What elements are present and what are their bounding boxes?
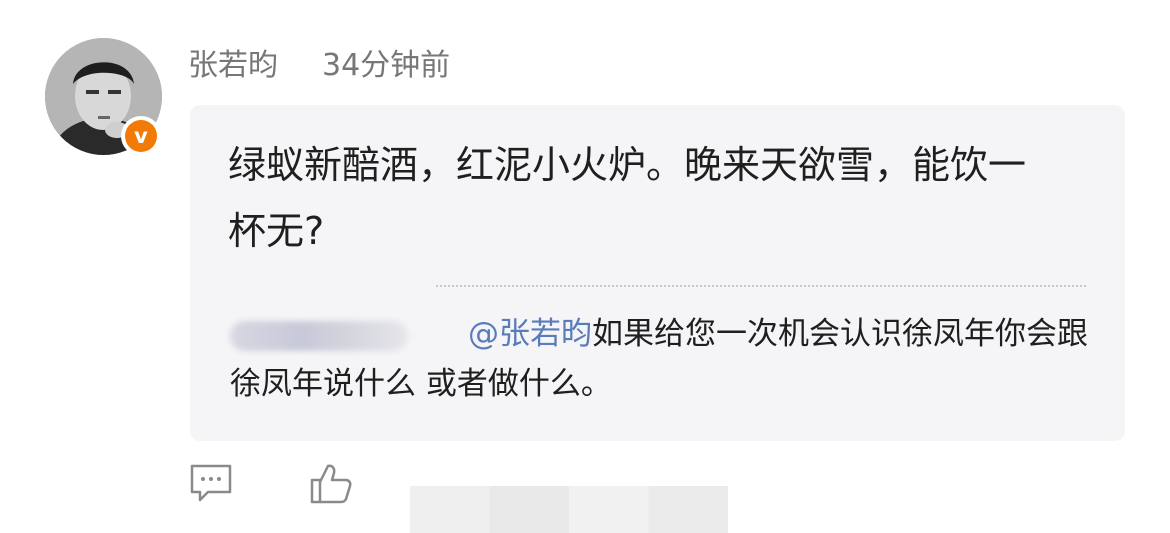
action-bar (188, 460, 428, 506)
thumbs-up-icon[interactable] (308, 460, 354, 506)
comment-header: 张若昀 34分钟前 (188, 40, 450, 84)
quoted-reply[interactable]: @张若昀如果给您一次机会认识徐凤年你会跟徐凤年说什么 或者做什么。 (230, 309, 1090, 409)
verified-v-icon: v (125, 120, 157, 152)
comment-card[interactable]: 绿蚁新醅酒，红泥小火炉。晚来天欲雪，能饮一杯无? @张若昀如果给您一次机会认识徐… (190, 105, 1125, 441)
verified-badge: v (121, 116, 161, 156)
author-name[interactable]: 张若昀 (188, 40, 278, 84)
comment-icon[interactable] (188, 460, 234, 506)
comment-content: 绿蚁新醅酒，红泥小火炉。晚来天欲雪，能饮一杯无? (228, 143, 1027, 253)
cropped-area (410, 486, 728, 533)
comment-time: 34分钟前 (322, 48, 451, 83)
quote-divider (436, 285, 1086, 287)
blurred-username (230, 320, 408, 351)
mention-link[interactable]: @张若昀 (468, 316, 592, 352)
